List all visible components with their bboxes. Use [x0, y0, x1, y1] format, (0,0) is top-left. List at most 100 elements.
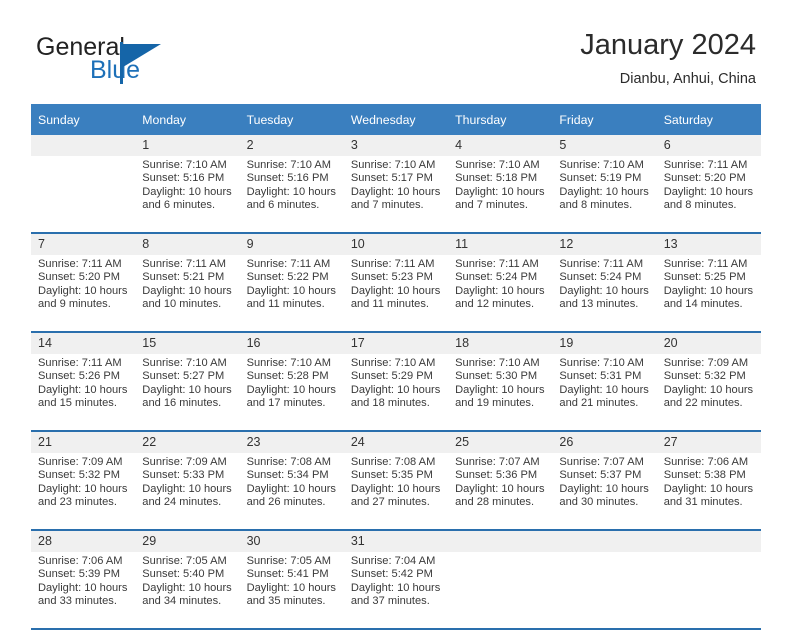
day-cell-18[interactable]: Sunrise: 7:10 AM Sunset: 5:30 PM Daylight:… [448, 354, 553, 430]
day-number-11[interactable]: 11 [448, 234, 553, 255]
day-daylight1-text: Daylight: 10 hours [142, 185, 232, 198]
day-cell-16[interactable]: Sunrise: 7:10 AM Sunset: 5:28 PM Daylight:… [239, 354, 344, 430]
day-number-7[interactable]: 7 [31, 234, 136, 255]
day-sunrise-text: Sunrise: 7:10 AM [350, 159, 436, 171]
week-detail-row: Sunrise: 7:09 AM Sunset: 5:32 PM Daylight:… [31, 453, 761, 529]
calendar-header-row: Sunday Monday Tuesday Wednesday Thursday Frid… [31, 104, 761, 135]
day-cell-31[interactable]: Sunrise: 7:04 AM Sunset: 5:42 PM Daylight:… [343, 552, 449, 628]
day-cell-27[interactable]: Sunrise: 7:06 AM Sunset: 5:38 PM Daylight:… [656, 453, 761, 529]
day-number-14[interactable]: 14 [31, 333, 136, 354]
day-number-29[interactable]: 29 [135, 531, 240, 552]
day-number-27[interactable]: 27 [656, 432, 761, 453]
day-number-empty [656, 531, 761, 552]
week-detail-row: Sunrise: 7:10 AM Sunset: 5:16 PM Daylight:… [31, 156, 761, 232]
day-sunrise-text: Sunrise: 7:10 AM [142, 357, 227, 369]
day-number-16[interactable]: 16 [239, 333, 344, 354]
day-daylight1-text: Daylight: 10 hours [142, 482, 232, 495]
day-cell-15[interactable]: Sunrise: 7:10 AM Sunset: 5:27 PM Daylight:… [135, 354, 240, 430]
day-number-18[interactable]: 18 [448, 333, 553, 354]
day-number-24[interactable]: 24 [343, 432, 449, 453]
day-cell-5[interactable]: Sunrise: 7:10 AM Sunset: 5:19 PM Daylight:… [552, 156, 657, 232]
day-daylight2-text: and 33 minutes. [38, 595, 117, 608]
day-number-6[interactable]: 6 [656, 135, 761, 156]
day-sunrise-text: Sunrise: 7:11 AM [455, 258, 539, 270]
day-sunrise-text: Sunrise: 7:11 AM [663, 159, 748, 171]
day-daylight2-text: and 14 minutes. [663, 298, 743, 311]
day-sunrise-text: Sunrise: 7:10 AM [142, 159, 227, 171]
day-number-5[interactable]: 5 [552, 135, 657, 156]
calendar-body: 1 2 3 4 5 6 Sunrise: 7:10 AM Sunset: 5:16 PM Day… [31, 135, 761, 630]
week-detail-row: Sunrise: 7:11 AM Sunset: 5:26 PM Daylight:… [31, 354, 761, 430]
calendar-page: General Blue January 2024 Dianbu, Anhui,… [0, 0, 792, 630]
day-number-12[interactable]: 12 [552, 234, 657, 255]
day-cell-6[interactable]: Sunrise: 7:11 AM Sunset: 5:20 PM Daylight:… [656, 156, 761, 232]
day-number-17[interactable]: 17 [343, 333, 449, 354]
day-cell-10[interactable]: Sunrise: 7:11 AM Sunset: 5:23 PM Daylight:… [343, 255, 449, 331]
day-number-30[interactable]: 30 [239, 531, 344, 552]
day-cell-30[interactable]: Sunrise: 7:05 AM Sunset: 5:41 PM Daylight:… [239, 552, 344, 628]
day-cell-20[interactable]: Sunrise: 7:09 AM Sunset: 5:32 PM Daylight:… [656, 354, 761, 430]
day-number-20[interactable]: 20 [656, 333, 761, 354]
day-cell-12[interactable]: Sunrise: 7:11 AM Sunset: 5:24 PM Daylight:… [552, 255, 657, 331]
day-sunset-text: Sunset: 5:25 PM [663, 271, 746, 284]
day-daylight1-text: Daylight: 10 hours [38, 581, 128, 594]
brand-logo[interactable]: General Blue [36, 34, 216, 90]
day-number-31[interactable]: 31 [343, 531, 449, 552]
day-number-empty [552, 531, 657, 552]
day-sunrise-text: Sunrise: 7:11 AM [559, 258, 644, 270]
day-cell-28[interactable]: Sunrise: 7:06 AM Sunset: 5:39 PM Daylight:… [31, 552, 136, 628]
day-daylight2-text: and 30 minutes. [559, 496, 639, 509]
week-number-row: 7 8 9 10 11 12 13 [31, 234, 761, 255]
day-daylight1-text: Daylight: 10 hours [246, 482, 336, 495]
day-number-26[interactable]: 26 [552, 432, 657, 453]
day-number-19[interactable]: 19 [552, 333, 657, 354]
weekday-header-monday: Monday [135, 104, 240, 135]
day-number-21[interactable]: 21 [31, 432, 136, 453]
day-sunrise-text: Sunrise: 7:10 AM [246, 159, 332, 171]
day-cell-2[interactable]: Sunrise: 7:10 AM Sunset: 5:16 PM Daylight:… [239, 156, 344, 232]
calendar-table: Sunday Monday Tuesday Wednesday Thursday Frid… [31, 104, 761, 630]
day-cell-14[interactable]: Sunrise: 7:11 AM Sunset: 5:26 PM Daylight:… [31, 354, 136, 430]
day-cell-17[interactable]: Sunrise: 7:10 AM Sunset: 5:29 PM Daylight:… [343, 354, 449, 430]
day-sunset-text: Sunset: 5:31 PM [559, 370, 642, 383]
day-sunset-text: Sunset: 5:26 PM [38, 370, 121, 383]
day-number-13[interactable]: 13 [656, 234, 761, 255]
day-cell-11[interactable]: Sunrise: 7:11 AM Sunset: 5:24 PM Daylight:… [448, 255, 553, 331]
day-cell-24[interactable]: Sunrise: 7:08 AM Sunset: 5:35 PM Daylight:… [343, 453, 449, 529]
day-number-1[interactable]: 1 [135, 135, 240, 156]
day-daylight1-text: Daylight: 10 hours [350, 581, 441, 594]
day-cell-25[interactable]: Sunrise: 7:07 AM Sunset: 5:36 PM Daylight:… [448, 453, 553, 529]
day-cell-22[interactable]: Sunrise: 7:09 AM Sunset: 5:33 PM Daylight:… [135, 453, 240, 529]
day-sunrise-text: Sunrise: 7:05 AM [246, 555, 332, 567]
day-cell-8[interactable]: Sunrise: 7:11 AM Sunset: 5:21 PM Daylight:… [135, 255, 240, 331]
day-cell-23[interactable]: Sunrise: 7:08 AM Sunset: 5:34 PM Daylight:… [239, 453, 344, 529]
day-cell-7[interactable]: Sunrise: 7:11 AM Sunset: 5:20 PM Daylight:… [31, 255, 136, 331]
weekday-header-tuesday: Tuesday [239, 104, 344, 135]
day-number-28[interactable]: 28 [31, 531, 136, 552]
day-cell-29[interactable]: Sunrise: 7:05 AM Sunset: 5:40 PM Daylight:… [135, 552, 240, 628]
day-sunset-text: Sunset: 5:20 PM [663, 172, 746, 185]
day-number-23[interactable]: 23 [239, 432, 344, 453]
day-number-25[interactable]: 25 [448, 432, 553, 453]
day-number-22[interactable]: 22 [135, 432, 240, 453]
day-sunset-text: Sunset: 5:27 PM [142, 370, 225, 383]
day-number-15[interactable]: 15 [135, 333, 240, 354]
day-number-2[interactable]: 2 [239, 135, 344, 156]
day-cell-13[interactable]: Sunrise: 7:11 AM Sunset: 5:25 PM Daylight:… [656, 255, 761, 331]
day-number-8[interactable]: 8 [135, 234, 240, 255]
day-number-9[interactable]: 9 [239, 234, 344, 255]
day-sunset-text: Sunset: 5:37 PM [559, 469, 642, 482]
day-cell-19[interactable]: Sunrise: 7:10 AM Sunset: 5:31 PM Daylight:… [552, 354, 657, 430]
day-number-10[interactable]: 10 [343, 234, 449, 255]
day-cell-9[interactable]: Sunrise: 7:11 AM Sunset: 5:22 PM Daylight:… [239, 255, 344, 331]
day-cell-21[interactable]: Sunrise: 7:09 AM Sunset: 5:32 PM Daylight:… [31, 453, 136, 529]
day-daylight2-text: and 15 minutes. [38, 397, 117, 410]
day-cell-1[interactable]: Sunrise: 7:10 AM Sunset: 5:16 PM Daylight:… [135, 156, 240, 232]
day-daylight2-text: and 22 minutes. [663, 397, 743, 410]
day-number-3[interactable]: 3 [343, 135, 449, 156]
day-cell-3[interactable]: Sunrise: 7:10 AM Sunset: 5:17 PM Daylight:… [343, 156, 449, 232]
day-cell-4[interactable]: Sunrise: 7:10 AM Sunset: 5:18 PM Daylight:… [448, 156, 553, 232]
week-detail-row: Sunrise: 7:11 AM Sunset: 5:20 PM Daylight:… [31, 255, 761, 331]
day-number-4[interactable]: 4 [448, 135, 553, 156]
day-cell-26[interactable]: Sunrise: 7:07 AM Sunset: 5:37 PM Daylight:… [552, 453, 657, 529]
